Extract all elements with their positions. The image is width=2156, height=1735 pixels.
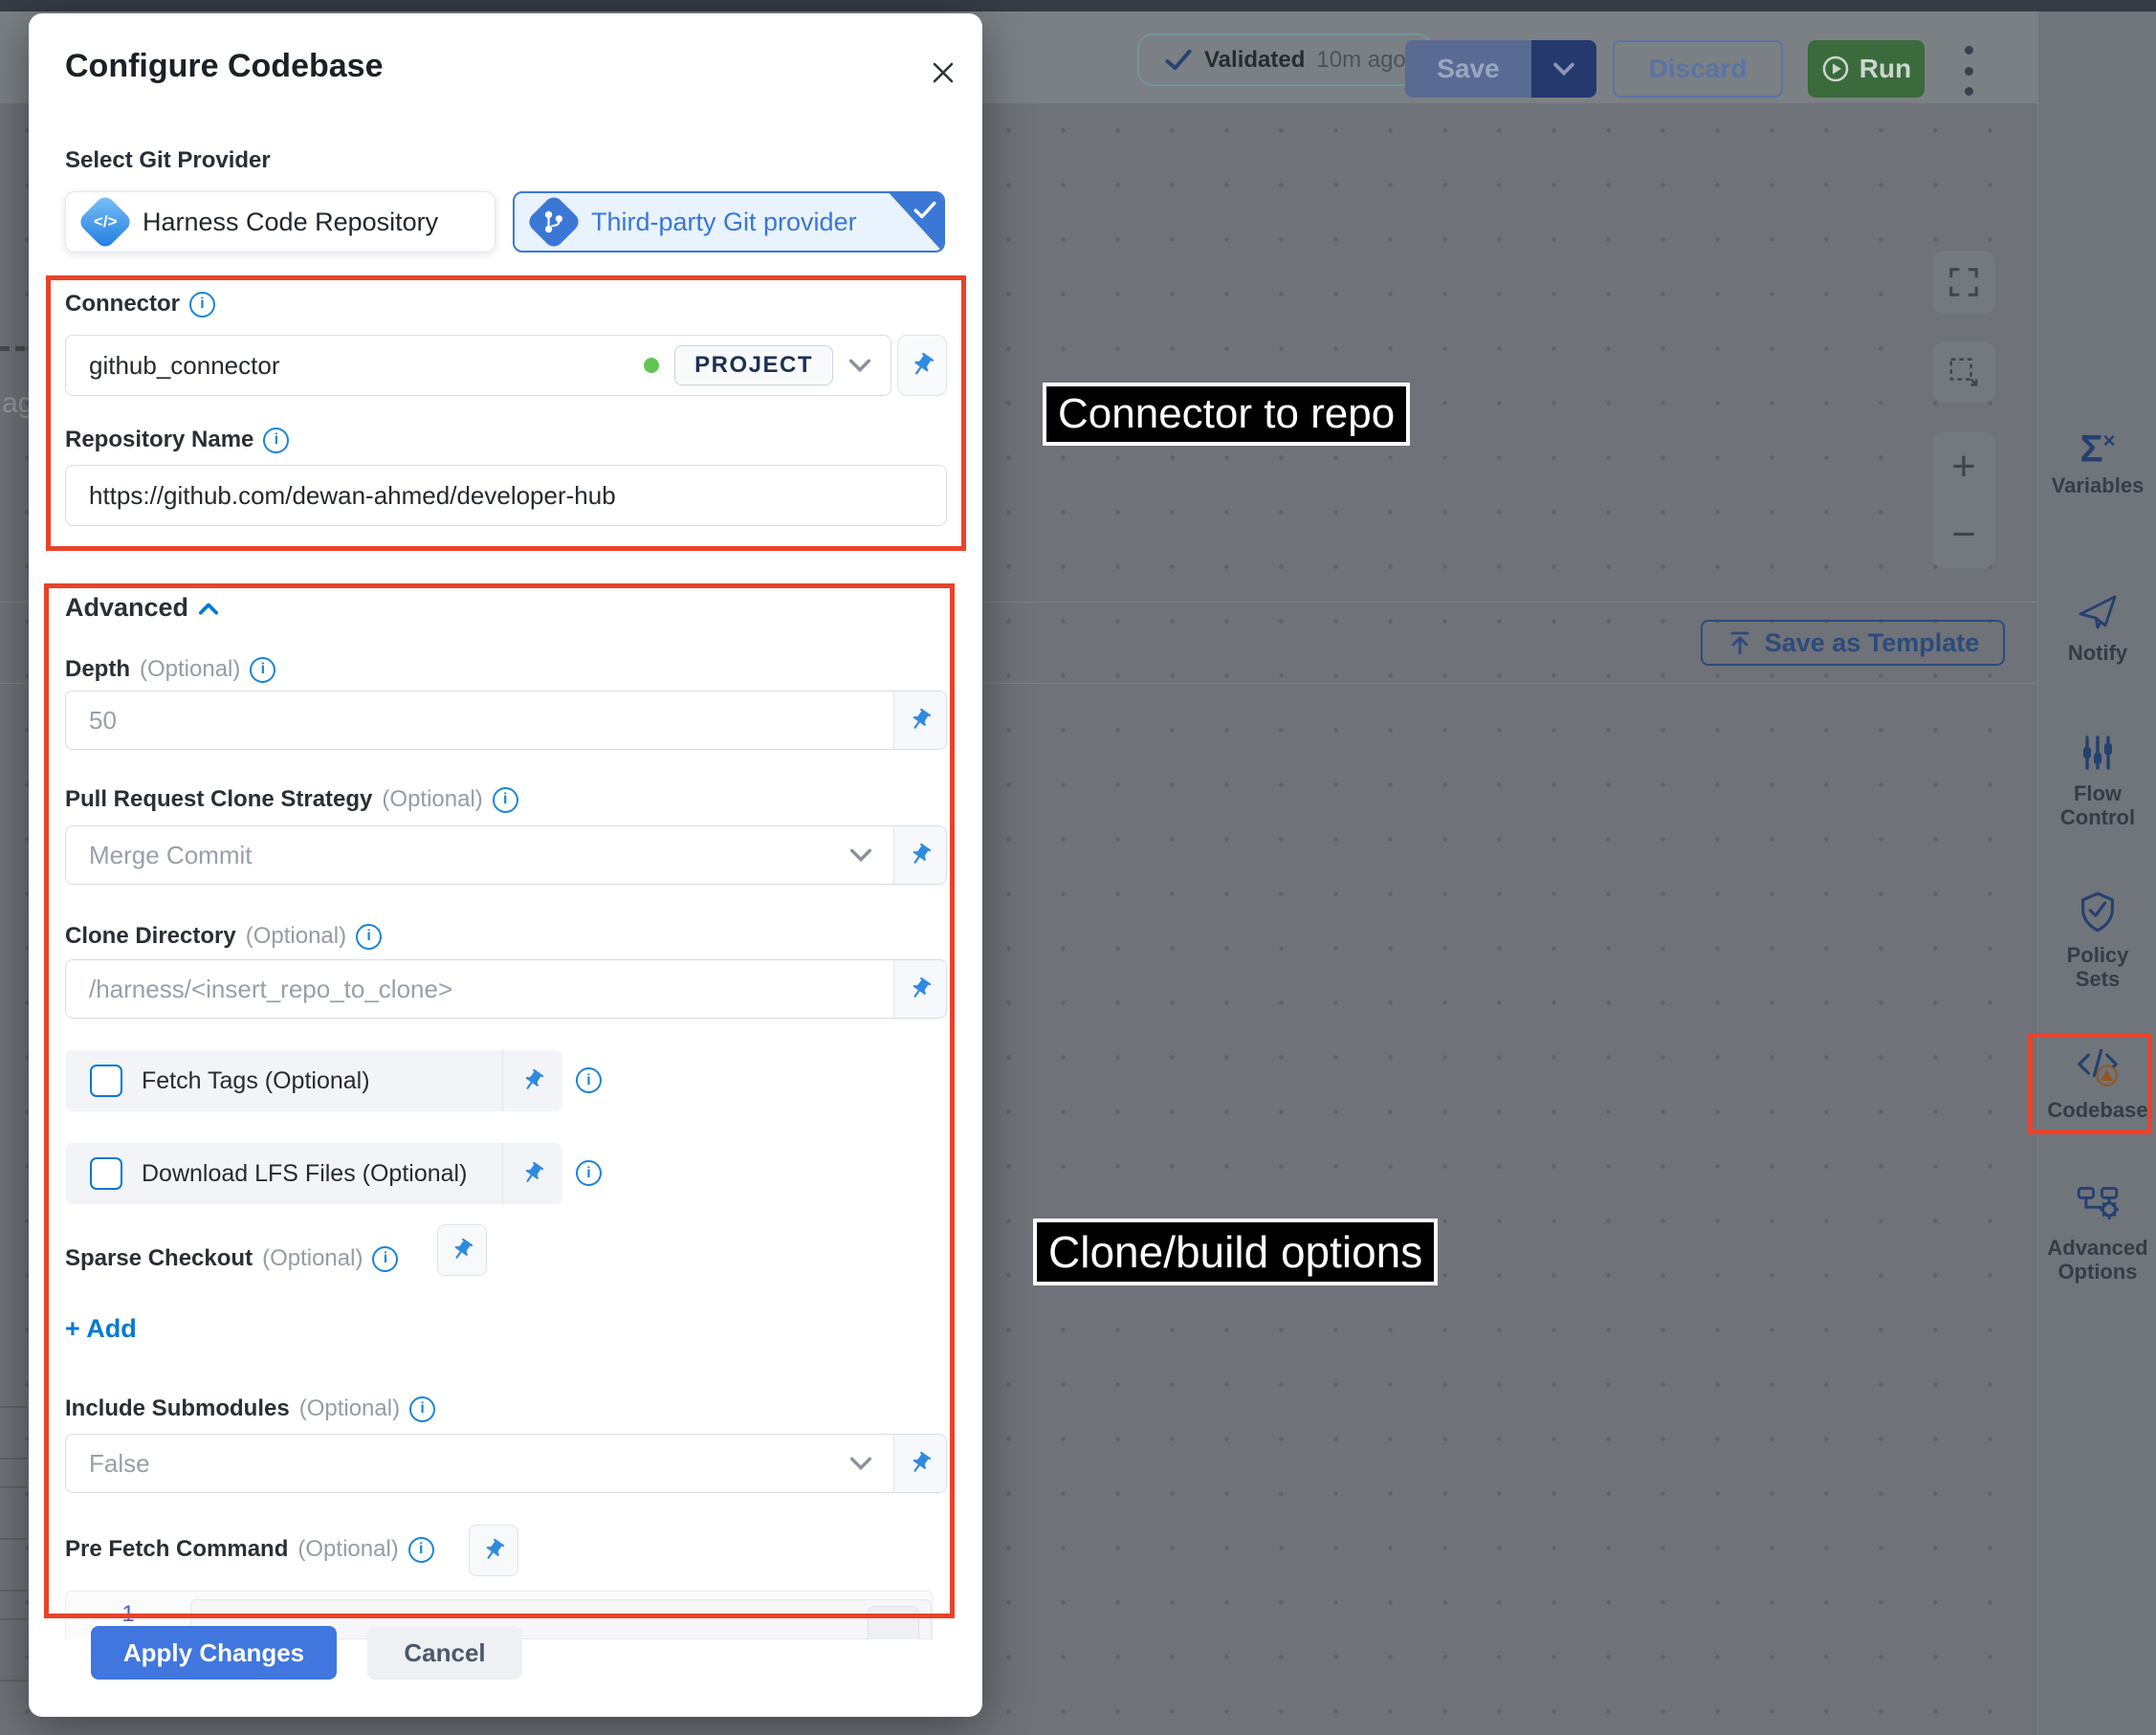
close-icon: [929, 58, 957, 87]
play-icon: [1821, 55, 1850, 83]
upload-icon: [1727, 629, 1753, 656]
close-button[interactable]: [922, 52, 964, 94]
policy-sets-icon: [2078, 891, 2118, 933]
validated-time: 10m ago: [1316, 47, 1405, 74]
validated-status-badge: Validated 10m ago: [1137, 33, 1433, 86]
notify-icon: [2077, 593, 2119, 631]
save-as-template-label: Save as Template: [1765, 628, 1980, 658]
sidebar-item-policy-sets[interactable]: Policy Sets: [2038, 891, 2156, 992]
left-list-divider: [0, 1590, 27, 1592]
sidebar-item-notify[interactable]: Notify: [2038, 593, 2156, 665]
marquee-select-button[interactable]: [1932, 341, 1995, 403]
app-header-bar: [0, 0, 2156, 11]
advanced-options-icon: [2077, 1184, 2119, 1226]
save-as-template-button[interactable]: Save as Template: [1701, 620, 2005, 666]
left-list-divider: [0, 1486, 27, 1488]
apply-changes-button[interactable]: Apply Changes: [91, 1626, 337, 1680]
check-icon: [913, 199, 937, 220]
sidebar-item-flow-control[interactable]: Flow Control: [2038, 734, 2156, 830]
thirdparty-option-label: Third-party Git provider: [591, 208, 857, 237]
variables-icon: Σ×: [2080, 432, 2116, 464]
git-provider-icon: [525, 193, 582, 250]
zoom-out-button[interactable]: −: [1951, 514, 1976, 556]
validated-label: Validated: [1204, 47, 1305, 74]
save-dropdown-button[interactable]: [1531, 40, 1596, 98]
git-provider-label: Select Git Provider: [65, 147, 271, 174]
cancel-button[interactable]: Cancel: [367, 1626, 522, 1680]
left-list-divider: [0, 1458, 27, 1460]
modal-title: Configure Codebase: [65, 48, 383, 85]
zoom-in-button[interactable]: +: [1951, 446, 1976, 488]
annotation-note-clone: Clone/build options: [1033, 1219, 1438, 1285]
left-list-divider: [0, 1618, 27, 1620]
annotation-box-connector: [46, 275, 966, 551]
run-button[interactable]: Run: [1808, 40, 1925, 98]
left-list-divider: [0, 1538, 27, 1540]
screen: Validated 10m ago Save Discard Run Save …: [0, 0, 2156, 1735]
save-button[interactable]: Save: [1405, 40, 1531, 98]
sidebar-item-variables[interactable]: Σ× Variables: [2038, 432, 2156, 498]
more-options-button[interactable]: [1963, 46, 1974, 96]
selected-corner-badge: [863, 191, 945, 253]
left-list-divider: [0, 1406, 27, 1408]
flow-control-icon: [2079, 734, 2117, 772]
annotation-box-advanced: [44, 583, 955, 1618]
run-label: Run: [1859, 54, 1911, 84]
zoom-controls: + −: [1932, 432, 1995, 568]
pipeline-right-sidebar: Σ× Variables Notify Flow Control Policy …: [2037, 11, 2156, 1735]
marquee-icon: [1947, 356, 1980, 388]
left-list-divider: [0, 1680, 27, 1681]
discard-button[interactable]: Discard: [1613, 40, 1783, 98]
chevron-down-icon: [1552, 62, 1575, 76]
fullscreen-button[interactable]: [1932, 251, 1995, 314]
git-provider-option-thirdparty[interactable]: Third-party Git provider: [513, 191, 945, 253]
annotation-note-connector: Connector to repo: [1043, 383, 1410, 446]
sidebar-item-advanced-options[interactable]: Advanced Options: [2038, 1184, 2156, 1285]
harness-option-label: Harness Code Repository: [143, 208, 438, 237]
annotation-box-codebase: [2028, 1033, 2152, 1134]
check-icon: [1164, 48, 1193, 73]
fullscreen-icon: [1947, 266, 1980, 298]
git-provider-option-harness[interactable]: </> Harness Code Repository: [65, 191, 495, 253]
harness-code-icon: </>: [77, 193, 133, 250]
canvas-edge-dashes: [0, 346, 25, 351]
